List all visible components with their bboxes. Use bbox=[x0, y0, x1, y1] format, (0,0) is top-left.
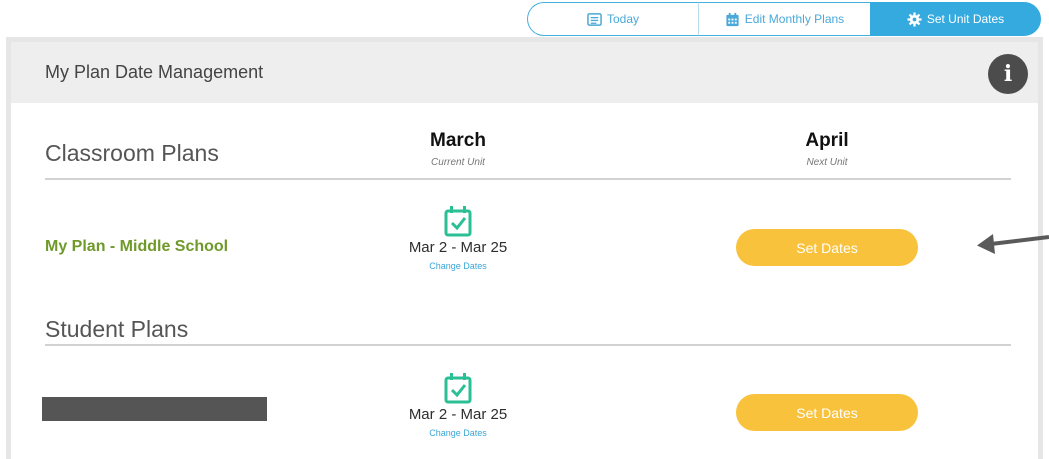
next-unit-label: Next Unit bbox=[806, 157, 848, 168]
plan-name-link[interactable]: My Plan - Middle School bbox=[45, 238, 228, 256]
plan-date-management-panel: My Plan Date Management i Classroom Plan… bbox=[11, 42, 1038, 459]
calendar-check-icon bbox=[444, 206, 472, 237]
current-unit-cell: Mar 2 - Mar 25 Change Dates bbox=[378, 372, 538, 438]
change-dates-link[interactable]: Change Dates bbox=[378, 261, 538, 271]
column-next-unit: April Next Unit bbox=[747, 130, 907, 168]
tab-edit-monthly-plans-label: Edit Monthly Plans bbox=[744, 12, 845, 26]
next-month: April bbox=[805, 130, 849, 151]
info-icon[interactable]: i bbox=[988, 54, 1028, 94]
section-title-classroom-plans: Classroom Plans bbox=[45, 140, 219, 166]
gear-icon bbox=[907, 11, 922, 27]
change-dates-link[interactable]: Change Dates bbox=[378, 428, 538, 438]
current-date-range: Mar 2 - Mar 25 bbox=[408, 239, 508, 256]
tab-set-unit-dates[interactable]: Set Unit Dates bbox=[870, 2, 1041, 36]
set-dates-button[interactable]: Set Dates bbox=[736, 394, 918, 431]
set-dates-button[interactable]: Set Dates bbox=[736, 229, 918, 266]
calendar-check-icon bbox=[444, 373, 472, 404]
divider bbox=[45, 344, 1011, 346]
divider bbox=[45, 178, 1011, 180]
panel-title: My Plan Date Management bbox=[45, 62, 264, 82]
panel-header: My Plan Date Management i bbox=[11, 42, 1038, 103]
current-unit-cell: Mar 2 - Mar 25 Change Dates bbox=[378, 205, 538, 271]
current-unit-label: Current Unit bbox=[431, 157, 485, 168]
current-date-range: Mar 2 - Mar 25 bbox=[408, 406, 508, 423]
tab-set-unit-dates-label: Set Unit Dates bbox=[926, 12, 1005, 26]
current-month: March bbox=[430, 130, 486, 151]
section-title-student-plans: Student Plans bbox=[45, 316, 189, 342]
page: Today Edit Monthly Plans Set Unit Dates … bbox=[0, 0, 1049, 459]
tab-edit-monthly-plans[interactable]: Edit Monthly Plans bbox=[698, 2, 870, 36]
annotation-arrow-icon bbox=[977, 234, 1049, 254]
tab-today[interactable]: Today bbox=[527, 2, 698, 36]
view-tab-bar: Today Edit Monthly Plans Set Unit Dates bbox=[527, 2, 1041, 36]
column-current-unit: March Current Unit bbox=[378, 130, 538, 168]
calendar-grid-icon bbox=[726, 12, 739, 26]
tab-today-label: Today bbox=[606, 12, 640, 26]
list-icon bbox=[587, 12, 602, 26]
redacted-plan-name bbox=[42, 397, 267, 421]
